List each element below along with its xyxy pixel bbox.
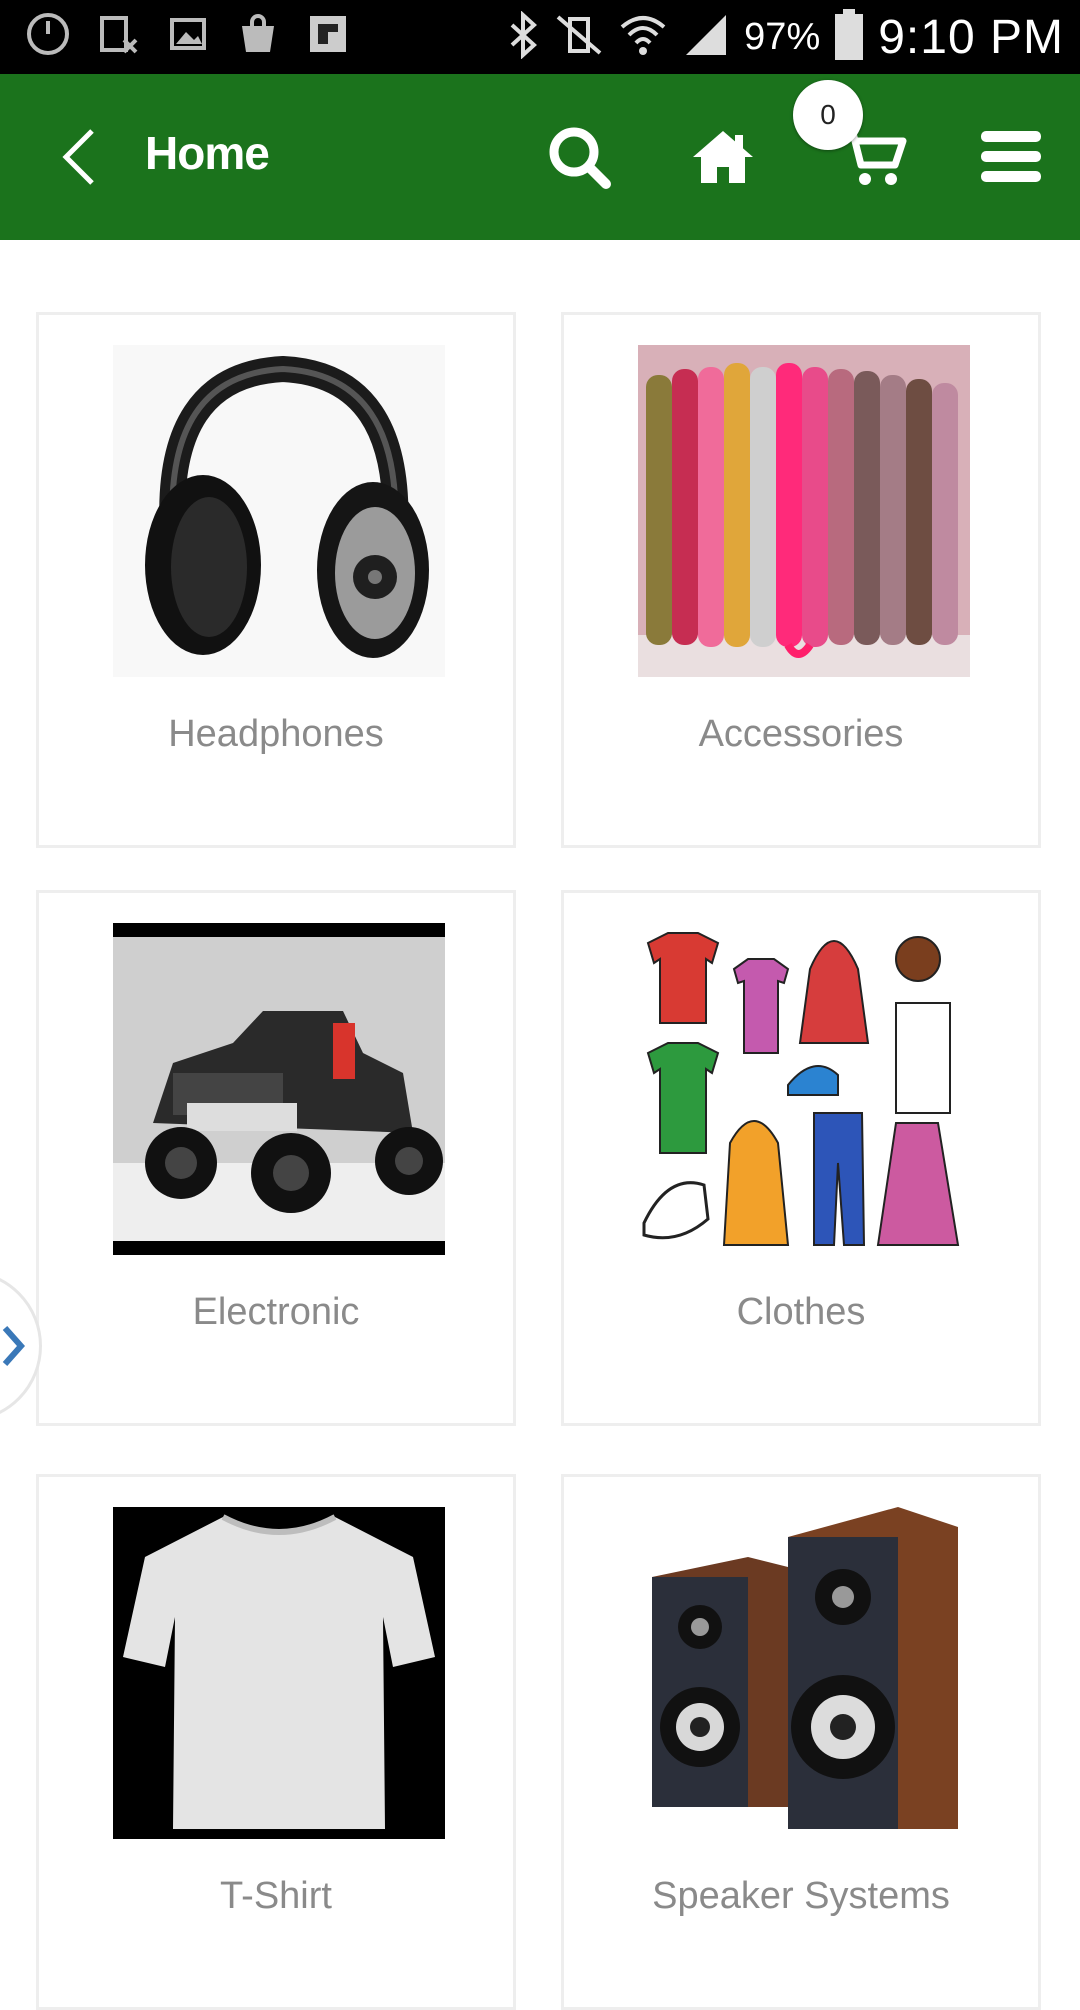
- status-bar: 97% 9:10 PM: [0, 0, 1080, 74]
- category-card-tshirt[interactable]: T-Shirt: [36, 1474, 516, 2010]
- app-bar: Home 0: [0, 74, 1080, 240]
- category-card-electronic[interactable]: Electronic: [36, 890, 516, 1426]
- tshirt-image: [113, 1507, 445, 1839]
- speakers-image: [638, 1507, 970, 1839]
- clock: 9:10 PM: [878, 10, 1064, 64]
- bracelets-image: [638, 345, 970, 677]
- system-icons: 97% 9:10 PM: [506, 0, 1064, 74]
- power-icon: [24, 10, 72, 58]
- notification-icons: [24, 10, 352, 58]
- headphones-image: [113, 345, 445, 677]
- chevron-left-icon: [62, 129, 94, 185]
- category-card-speaker-systems[interactable]: Speaker Systems: [561, 1474, 1041, 2010]
- menu-button[interactable]: [968, 114, 1054, 200]
- category-label: Clothes: [736, 1291, 866, 1333]
- chevron-right-icon: [2, 1326, 25, 1366]
- cart-count-badge: 0: [793, 80, 863, 150]
- vibrate-mute-icon: [554, 11, 604, 64]
- battery-icon: [834, 8, 864, 66]
- category-label: T-Shirt: [220, 1875, 332, 1917]
- category-card-accessories[interactable]: Accessories: [561, 312, 1041, 848]
- signal-icon: [682, 11, 730, 64]
- category-label: Electronic: [192, 1291, 360, 1333]
- bluetooth-icon: [506, 9, 540, 64]
- search-button[interactable]: [536, 114, 622, 200]
- search-icon: [549, 127, 611, 189]
- flipboard-icon: [304, 10, 352, 58]
- category-label: Accessories: [698, 713, 904, 755]
- wifi-icon: [618, 11, 668, 64]
- back-button[interactable]: [48, 124, 108, 190]
- category-card-clothes[interactable]: Clothes: [561, 890, 1041, 1426]
- category-card-headphones[interactable]: Headphones: [36, 312, 516, 848]
- shopping-bag-icon: [234, 10, 282, 58]
- page-title: Home: [145, 127, 270, 179]
- hamburger-menu-icon: [981, 131, 1041, 182]
- home-icon: [693, 131, 753, 183]
- clothes-image: [638, 923, 970, 1255]
- category-label: Headphones: [168, 713, 384, 755]
- storage-icon: [94, 10, 142, 58]
- jeep-image: [113, 923, 445, 1255]
- category-label: Speaker Systems: [652, 1875, 950, 1917]
- gallery-icon: [164, 10, 212, 58]
- home-button[interactable]: [680, 114, 766, 200]
- battery-percent: 97%: [744, 15, 821, 58]
